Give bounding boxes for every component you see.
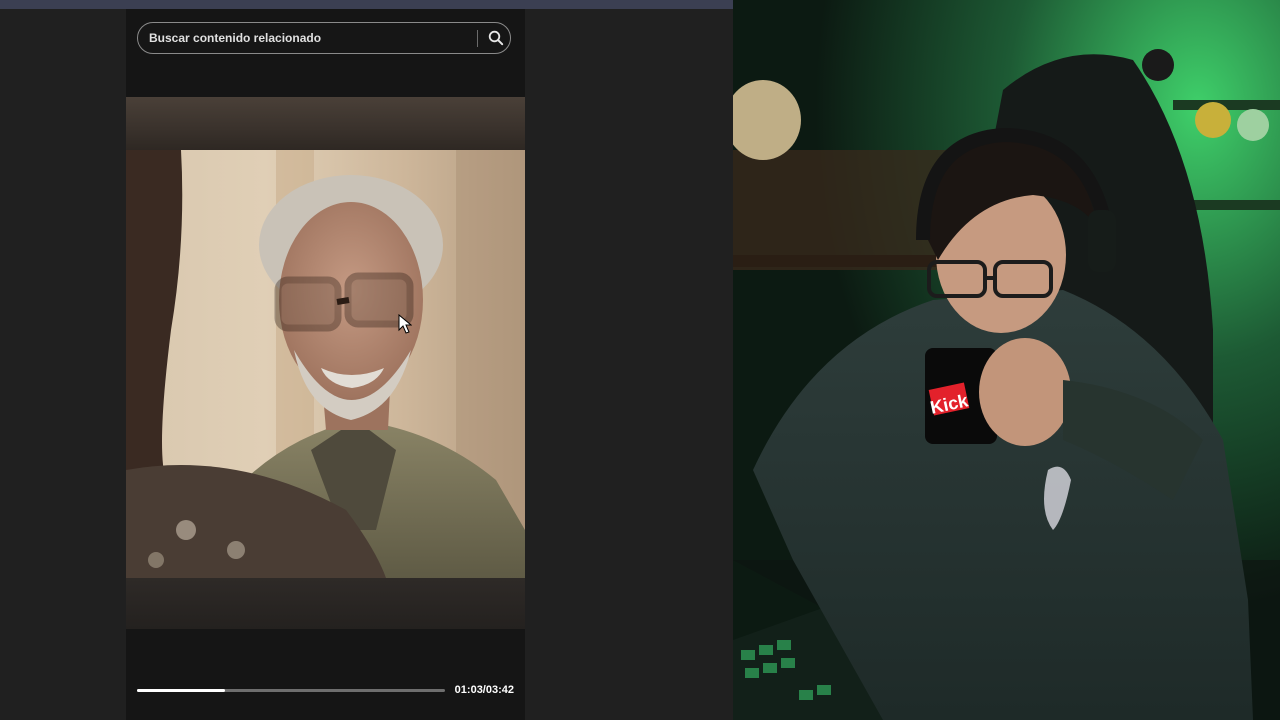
webcam-scene-streamer-drinking-from-mug: Kick	[733, 0, 1280, 720]
video-scene-old-man-with-glasses	[126, 150, 525, 578]
search-bar	[137, 22, 511, 54]
video-player: 01:03/03:42	[126, 9, 525, 720]
time-display: 01:03/03:42	[454, 684, 514, 696]
webcam-feed: Kick	[733, 0, 1280, 720]
player-controls: 01:03/03:42	[126, 629, 525, 720]
search-divider	[477, 30, 478, 47]
window-top-bar	[0, 0, 733, 9]
search-icon	[488, 30, 504, 46]
search-button[interactable]	[484, 27, 508, 49]
video-blur-band-bottom	[126, 578, 525, 629]
progress-bar[interactable]	[137, 689, 445, 692]
search-input[interactable]	[149, 23, 469, 53]
mouse-cursor-icon	[398, 314, 412, 334]
video-frame[interactable]	[126, 97, 525, 629]
video-blur-band-top	[126, 97, 525, 150]
progress-fill	[137, 689, 225, 692]
